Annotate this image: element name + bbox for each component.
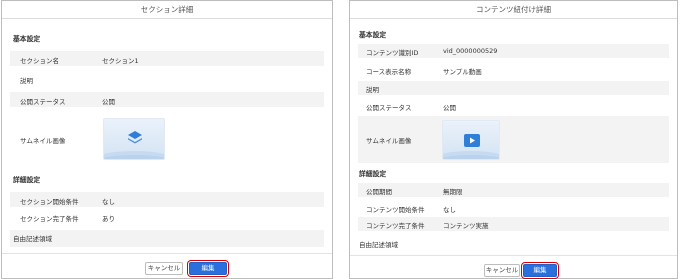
start-condition-label: セクション開始条件 (20, 198, 79, 206)
period-row: 公開期間 無期限 (358, 183, 669, 197)
thumbnail-row: サムネイル画像 (358, 116, 669, 163)
status-row: 公開ステータス 公開 (358, 99, 669, 113)
status-label: 公開ステータス (366, 104, 412, 112)
content-link-detail-panel: コンテンツ紐付け詳細 基本設定 コンテンツ識別ID vid_0000000529… (349, 0, 678, 279)
complete-condition-value: コンテンツ実施 (443, 222, 489, 230)
thumbnail-row: サムネイル画像 (10, 113, 324, 165)
edit-button[interactable]: 編集 (521, 262, 559, 279)
course-display-row: コース表示名称 サンプル動画 (358, 63, 669, 77)
section-name-row: セクション名 セクション1 (10, 51, 324, 66)
description-row: 説明 (358, 81, 669, 95)
thumbnail-label: サムネイル画像 (366, 137, 412, 145)
course-display-value: サンプル動画 (443, 68, 482, 76)
detail-settings-heading: 詳細設定 (13, 176, 41, 184)
complete-condition-row: セクション完了条件 あり (10, 210, 324, 224)
free-text-row: 自由記述領域 (358, 236, 669, 250)
complete-condition-label: セクション完了条件 (20, 215, 79, 223)
status-label: 公開ステータス (20, 98, 66, 106)
free-text-label: 自由記述領域 (359, 241, 398, 249)
description-label: 説明 (20, 77, 33, 85)
description-label: 説明 (366, 86, 379, 94)
start-condition-row: セクション開始条件 なし (10, 192, 324, 207)
complete-condition-label: コンテンツ完了条件 (366, 222, 425, 230)
panel-title: コンテンツ紐付け詳細 (350, 1, 677, 19)
description-row: 説明 (10, 72, 324, 86)
free-text-row: 自由記述領域 (10, 230, 324, 247)
start-condition-value: なし (102, 198, 115, 206)
course-display-label: コース表示名称 (366, 68, 412, 76)
thumbnail-image (442, 120, 500, 160)
content-id-value: vid_0000000529 (443, 47, 498, 55)
play-icon (464, 134, 480, 147)
basic-settings-heading: 基本設定 (359, 31, 387, 39)
status-value: 公開 (102, 98, 115, 106)
cancel-button[interactable]: キャンセル (145, 262, 183, 275)
detail-settings-heading: 詳細設定 (359, 170, 387, 178)
footer-divider (350, 255, 677, 256)
panel-title: セクション詳細 (2, 1, 332, 19)
status-row: 公開ステータス 公開 (10, 92, 324, 107)
status-value: 公開 (443, 104, 456, 112)
complete-condition-value: あり (102, 215, 115, 223)
period-value: 無期限 (443, 188, 463, 196)
layers-icon (128, 131, 142, 144)
start-condition-value: なし (443, 206, 456, 214)
content-id-label: コンテンツ識別ID (366, 49, 419, 57)
cancel-button[interactable]: キャンセル (484, 264, 520, 277)
section-name-value: セクション1 (102, 57, 139, 65)
period-label: 公開期間 (366, 188, 392, 196)
start-condition-label: コンテンツ開始条件 (366, 206, 425, 214)
content-id-row: コンテンツ識別ID vid_0000000529 (358, 44, 669, 58)
footer-divider (2, 253, 332, 254)
free-text-label: 自由記述領域 (13, 235, 52, 243)
start-condition-row: コンテンツ開始条件 なし (358, 201, 669, 215)
thumbnail-image (103, 118, 165, 160)
section-detail-panel: セクション詳細 基本設定 セクション名 セクション1 説明 公開ステータス 公開… (1, 0, 333, 279)
edit-button[interactable]: 編集 (187, 260, 229, 277)
section-name-label: セクション名 (20, 57, 59, 65)
basic-settings-heading: 基本設定 (13, 35, 41, 43)
complete-condition-row: コンテンツ完了条件 コンテンツ実施 (358, 217, 669, 231)
thumbnail-label: サムネイル画像 (20, 137, 66, 145)
